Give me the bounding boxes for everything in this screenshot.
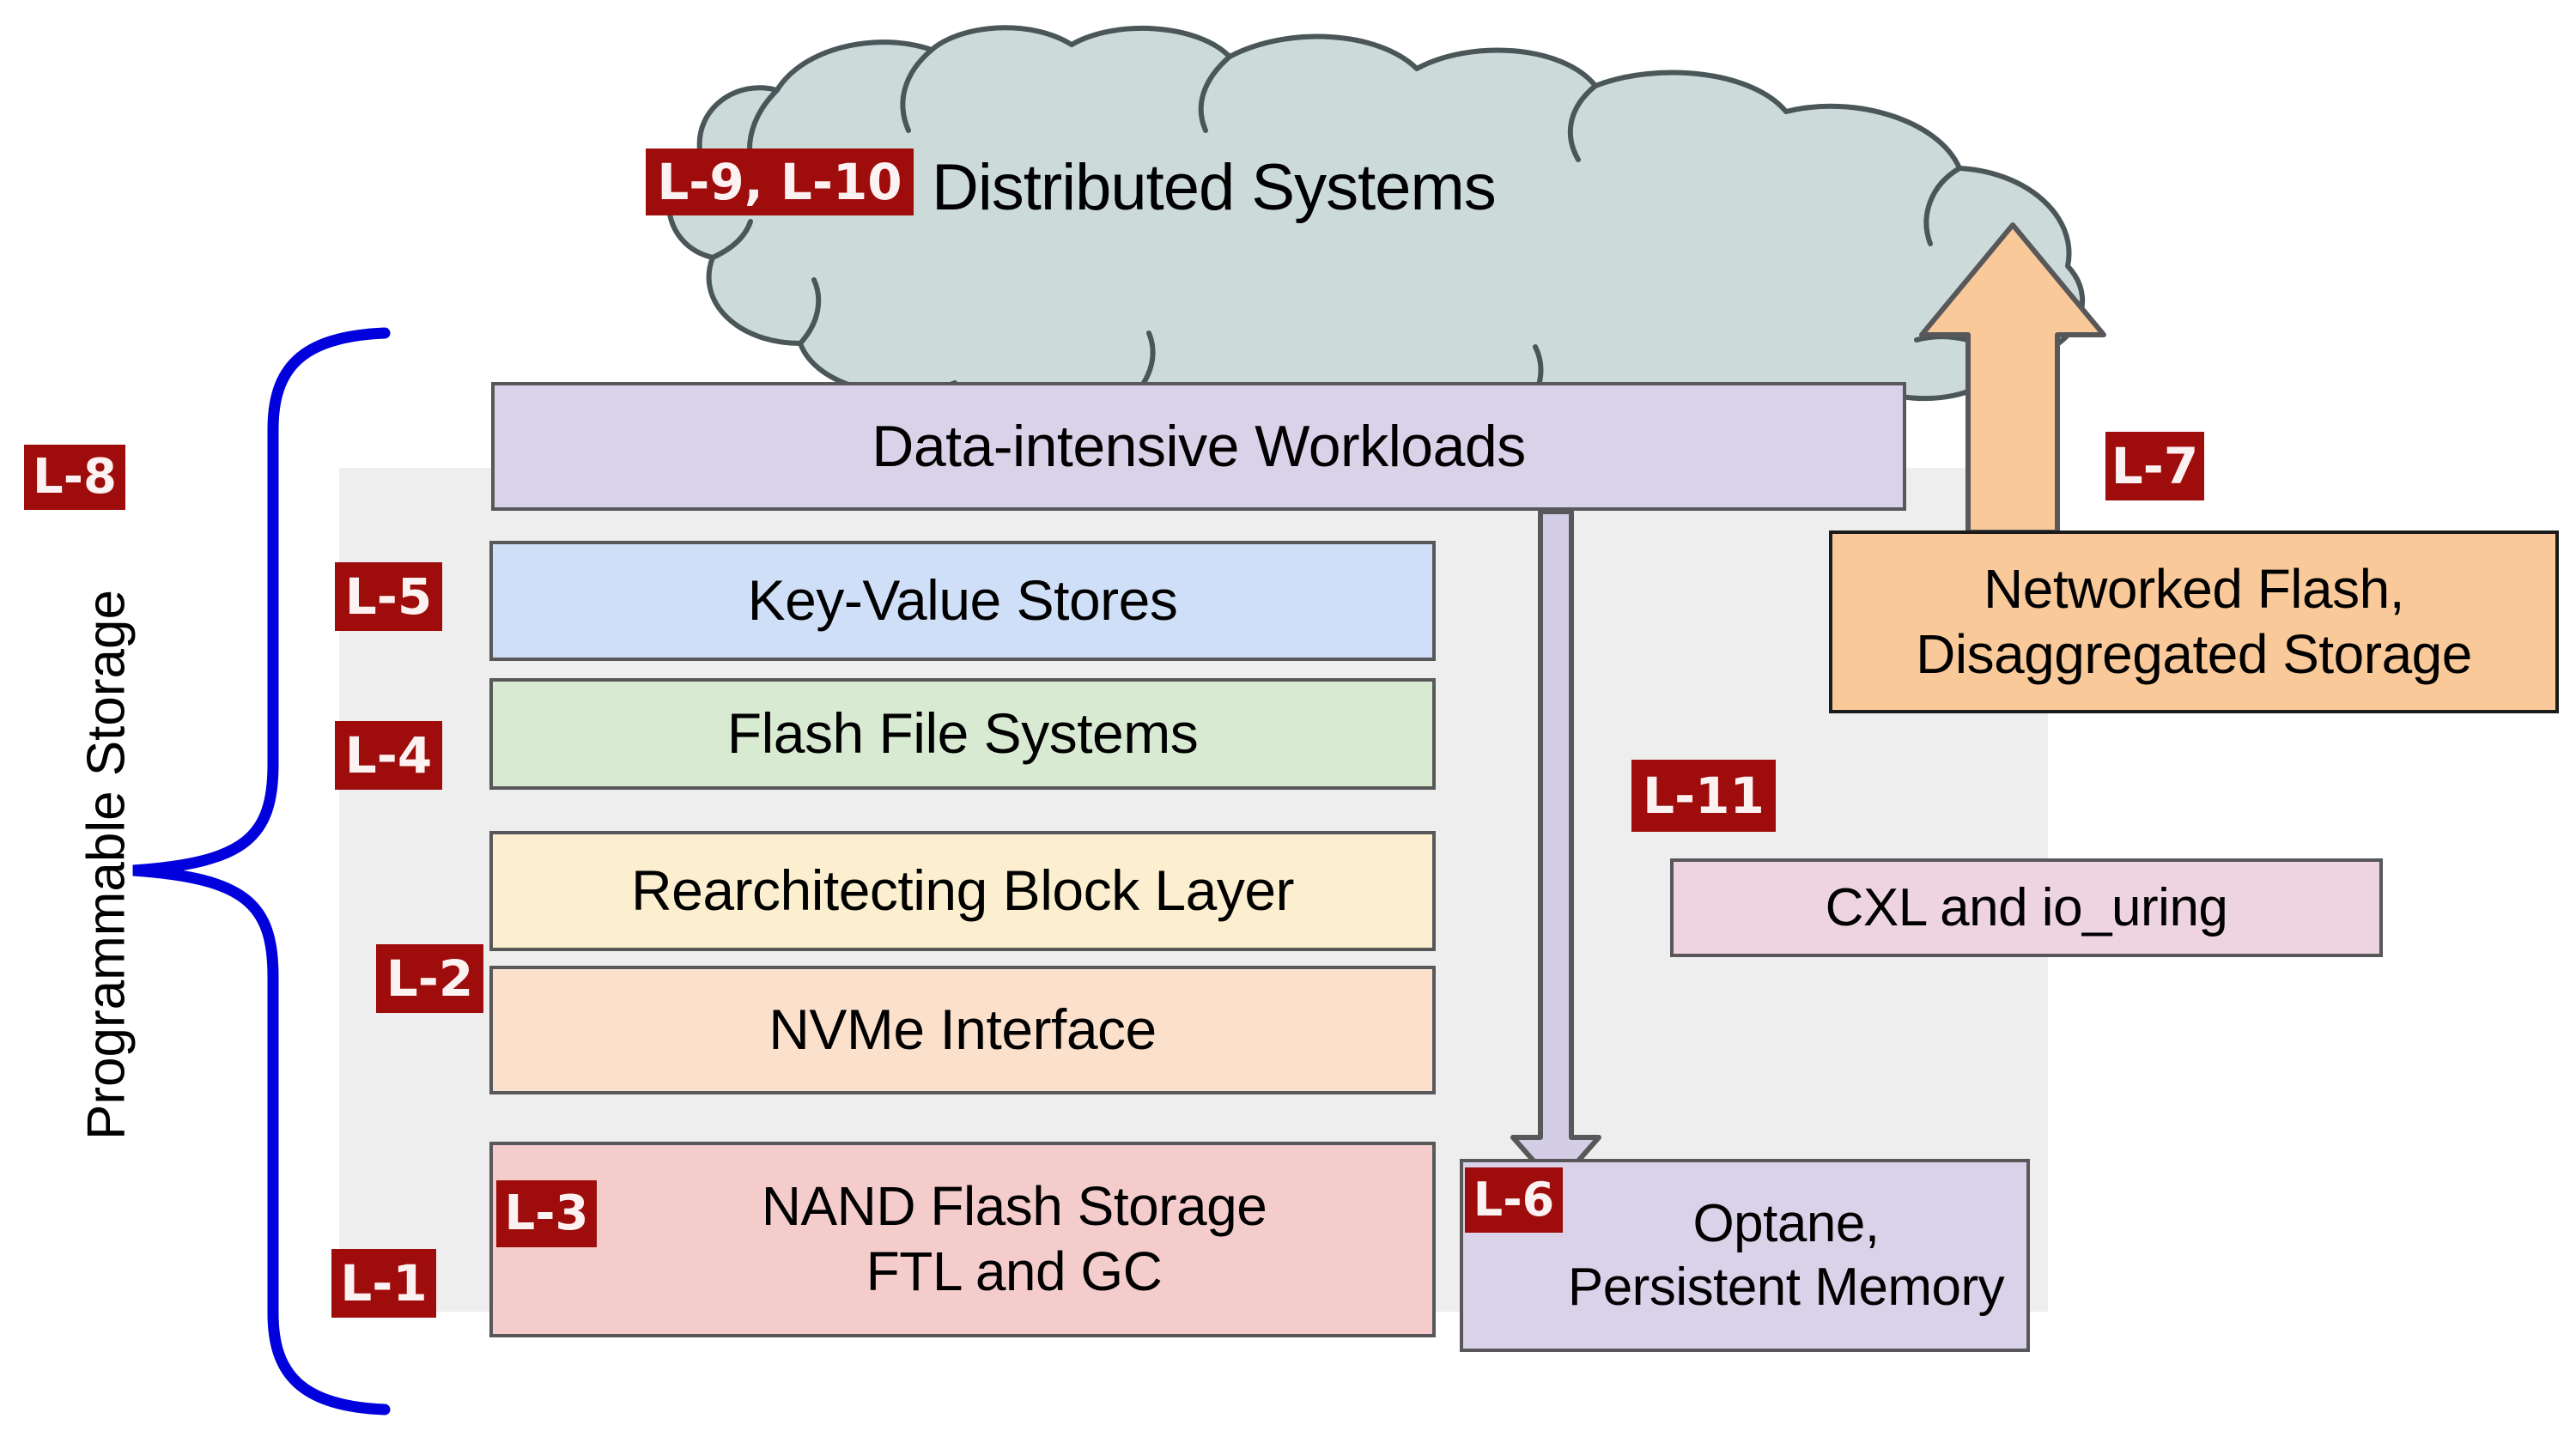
badge-l7[interactable]: L-7	[2105, 432, 2204, 500]
badge-l4[interactable]: L-4	[335, 721, 442, 790]
badge-l6[interactable]: L-6	[1465, 1167, 1563, 1233]
badge-l2[interactable]: L-2	[376, 944, 483, 1013]
box-data-intensive-workloads[interactable]: Data-intensive Workloads	[491, 382, 1906, 511]
badge-l3[interactable]: L-3	[496, 1180, 597, 1247]
badge-l9-l10[interactable]: L-9, L-10	[646, 149, 914, 215]
badge-l8[interactable]: L-8	[24, 445, 125, 510]
side-caption-programmable-storage: Programmable Storage	[76, 590, 137, 1140]
badge-l1[interactable]: L-1	[331, 1249, 436, 1318]
cloud-title: Distributed Systems	[932, 151, 1497, 224]
badge-l5[interactable]: L-5	[335, 562, 442, 631]
box-cxl-and-io-uring[interactable]: CXL and io_uring	[1670, 858, 2383, 957]
badge-l11[interactable]: L-11	[1631, 760, 1776, 832]
box-nand-flash-storage[interactable]: NAND Flash Storage FTL and GC	[489, 1142, 1436, 1337]
box-flash-file-systems[interactable]: Flash File Systems	[489, 678, 1436, 790]
diagram-canvas: Distributed Systems Programmable Storage…	[0, 0, 2576, 1449]
box-networked-flash[interactable]: Networked Flash, Disaggregated Storage	[1829, 530, 2559, 713]
box-nvme-interface[interactable]: NVMe Interface	[489, 966, 1436, 1094]
box-rearchitecting-block-layer[interactable]: Rearchitecting Block Layer	[489, 831, 1436, 951]
box-key-value-stores[interactable]: Key-Value Stores	[489, 541, 1436, 661]
